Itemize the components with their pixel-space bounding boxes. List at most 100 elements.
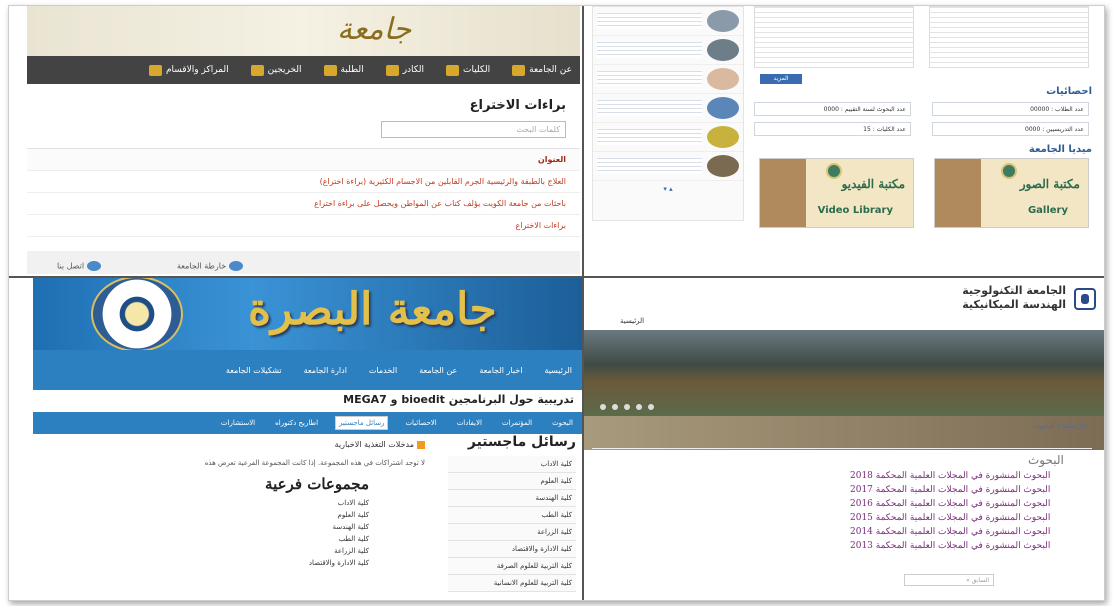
nav-news[interactable]: اخبار الجامعة (479, 366, 522, 375)
map-icon (229, 261, 244, 271)
news-ticker[interactable]: MEGA7 و bioedit تدريبية حول البرنامجين (33, 390, 582, 412)
news-card[interactable] (929, 6, 1089, 68)
contact-link[interactable]: اتصل بنا (57, 261, 102, 271)
university-seal-icon (1001, 163, 1017, 179)
university-logo (1074, 288, 1096, 310)
search-input[interactable]: كلمات البحث (381, 121, 566, 138)
nav-home[interactable]: الرئيسية (544, 366, 572, 375)
subcollection-link[interactable]: كلية الادارة والاقتصاد (33, 557, 433, 569)
nav-administration[interactable]: ادارة الجامعة (304, 366, 347, 375)
more-button[interactable]: المزيد (760, 74, 802, 84)
centers-icon (148, 64, 162, 76)
news-item[interactable] (593, 7, 743, 36)
rss-link[interactable]: مدخلات التغذية الاخبارية (33, 434, 433, 457)
nav-divisions[interactable]: تشكيلات الجامعة (226, 366, 282, 375)
subcollection-link[interactable]: كلية الاداب (33, 497, 433, 509)
hero-image-bottom (584, 416, 1104, 450)
video-title-ar: مكتبة الفيديو (841, 177, 905, 191)
news-thumbnail (707, 68, 739, 90)
research-link[interactable]: البحوث المنشورة في المجلات العلمية المحك… (592, 483, 1092, 497)
subcollection-link[interactable]: كلية الزراعة (33, 545, 433, 557)
subcollections-heading: مجموعات فرعية (265, 475, 369, 493)
news-text (597, 13, 702, 29)
college-link[interactable]: كلية الزراعة (448, 524, 576, 541)
news-thumbnail (707, 126, 739, 148)
tab-conferences[interactable]: المؤتمرات (499, 417, 535, 429)
university-seal-icon (826, 163, 842, 179)
pager-button[interactable]: « السابق (904, 574, 994, 586)
nav-home[interactable]: الرئيسية (620, 317, 644, 325)
news-item[interactable] (593, 36, 743, 65)
contact-icon (87, 261, 102, 271)
theses-colleges-panel: رسائل ماجستير كلية الاداب كلية العلوم كل… (448, 434, 576, 592)
pager-arrows[interactable]: ▾ ▴ (593, 181, 743, 193)
map-link[interactable]: خارطة الجامعة (177, 261, 244, 271)
nav-colleges[interactable]: الكليات (446, 64, 490, 76)
news-text (597, 158, 702, 174)
stats-title: احصائيات (1046, 86, 1092, 97)
header: الجامعة التكنولوجية الهندسة الميكانيكية (584, 278, 1104, 316)
subcollection-link[interactable]: كلية الهندسة (33, 521, 433, 533)
list-item[interactable]: باحثات من جامعة الكويت يؤلف كتاب عن المو… (27, 193, 580, 215)
nav-students[interactable]: الطلبة (323, 64, 364, 76)
college-link[interactable]: كلية الادارة والاقتصاد (448, 541, 576, 558)
subcollection-link[interactable]: كلية العلوم (33, 509, 433, 521)
nav-about[interactable]: عن الجامعة (512, 64, 572, 76)
tab-consultations[interactable]: الاستشارات (218, 417, 258, 429)
news-text (597, 100, 702, 116)
tab-research[interactable]: البحوث (549, 417, 576, 429)
college-link[interactable]: كلية الاداب (448, 456, 576, 473)
technology-university-page: الجامعة التكنولوجية الهندسة الميكانيكية … (584, 278, 1104, 600)
list-item[interactable]: براءات الاختراع (27, 215, 580, 237)
research-link[interactable]: البحوث المنشورة في المجلات العلمية المحك… (592, 469, 1092, 483)
university-seal-icon (91, 278, 183, 352)
list-item[interactable]: العلاج بالطبقة والرئيسية الجرم القابلين … (27, 171, 580, 193)
news-sidebar: ▾ ▴ (592, 6, 744, 221)
main-nav: الرئيسية اخبار الجامعة عن الجامعة الخدما… (33, 350, 582, 390)
nav-graduates[interactable]: الخريجين (250, 64, 302, 76)
slider-dots[interactable] (600, 404, 654, 410)
research-link[interactable]: البحوث المنشورة في المجلات العلمية المحك… (592, 539, 1092, 553)
news-item[interactable] (593, 94, 743, 123)
screenshot-collage: جامعة عن الجامعة الكليات الكادر الطلبة ا… (8, 5, 1105, 601)
nav-bar: الرئيسية (584, 316, 1104, 330)
research-section: البحوث البحوث المنشورة في المجلات العلمي… (592, 448, 1092, 553)
divider-vertical (582, 6, 584, 600)
nav-centers[interactable]: المراكز والاقسام (148, 64, 229, 76)
tab-statistics[interactable]: الاحصائيات (402, 417, 439, 429)
college-link[interactable]: كلية العلوم (448, 473, 576, 490)
news-card[interactable] (754, 6, 914, 68)
section-title: البحوث (1028, 453, 1064, 467)
site-title: جامعة البصرة (248, 284, 497, 335)
news-item[interactable] (593, 152, 743, 181)
tab-missions[interactable]: الايفادات (454, 417, 485, 429)
nav-staff[interactable]: الكادر (385, 64, 424, 76)
college-link[interactable]: كلية التربية للعلوم الصرفة (448, 558, 576, 575)
gallery-title-ar: مكتبة الصور (1019, 177, 1080, 191)
nav-services[interactable]: الخدمات (369, 366, 397, 375)
research-link[interactable]: البحوث المنشورة في المجلات العلمية المحك… (592, 525, 1092, 539)
college-link[interactable]: كلية الطب (448, 507, 576, 524)
college-link[interactable]: كلية التربية للعلوم الانسانية (448, 575, 576, 592)
news-thumbnail (707, 10, 739, 32)
stat-students: عدد الطلاب : 00000 (932, 102, 1089, 116)
news-item[interactable] (593, 123, 743, 152)
hero-slider (584, 330, 1104, 416)
stat-research: عدد البحوث لسنة التقييم : 0000 (754, 102, 911, 116)
research-link[interactable]: البحوث المنشورة في المجلات العلمية المحك… (592, 497, 1092, 511)
news-item[interactable] (593, 65, 743, 94)
header-banner: جامعة (27, 6, 580, 56)
tab-masters-theses[interactable]: رسائل ماجستير (335, 416, 389, 430)
tab-phd-dissertations[interactable]: اطاريح دكتوراه (272, 417, 321, 429)
nav-about[interactable]: عن الجامعة (419, 366, 457, 375)
gallery-title-en: Gallery (1027, 205, 1068, 216)
gallery-tile[interactable]: مكتبة الصور Gallery (934, 158, 1089, 228)
breadcrumb[interactable]: الرئيسية › البحوث (1034, 422, 1086, 430)
research-link[interactable]: البحوث المنشورة في المجلات العلمية المحك… (592, 511, 1092, 525)
subcollection-link[interactable]: كلية الطب (33, 533, 433, 545)
patents-list: العنوان العلاج بالطبقة والرئيسية الجرم ا… (27, 148, 580, 237)
college-link[interactable]: كلية الهندسة (448, 490, 576, 507)
page-title: براءات الاختراع (469, 98, 566, 113)
video-library-tile[interactable]: مكتبة الفيديو Video Library (759, 158, 914, 228)
university-icon (512, 64, 526, 76)
